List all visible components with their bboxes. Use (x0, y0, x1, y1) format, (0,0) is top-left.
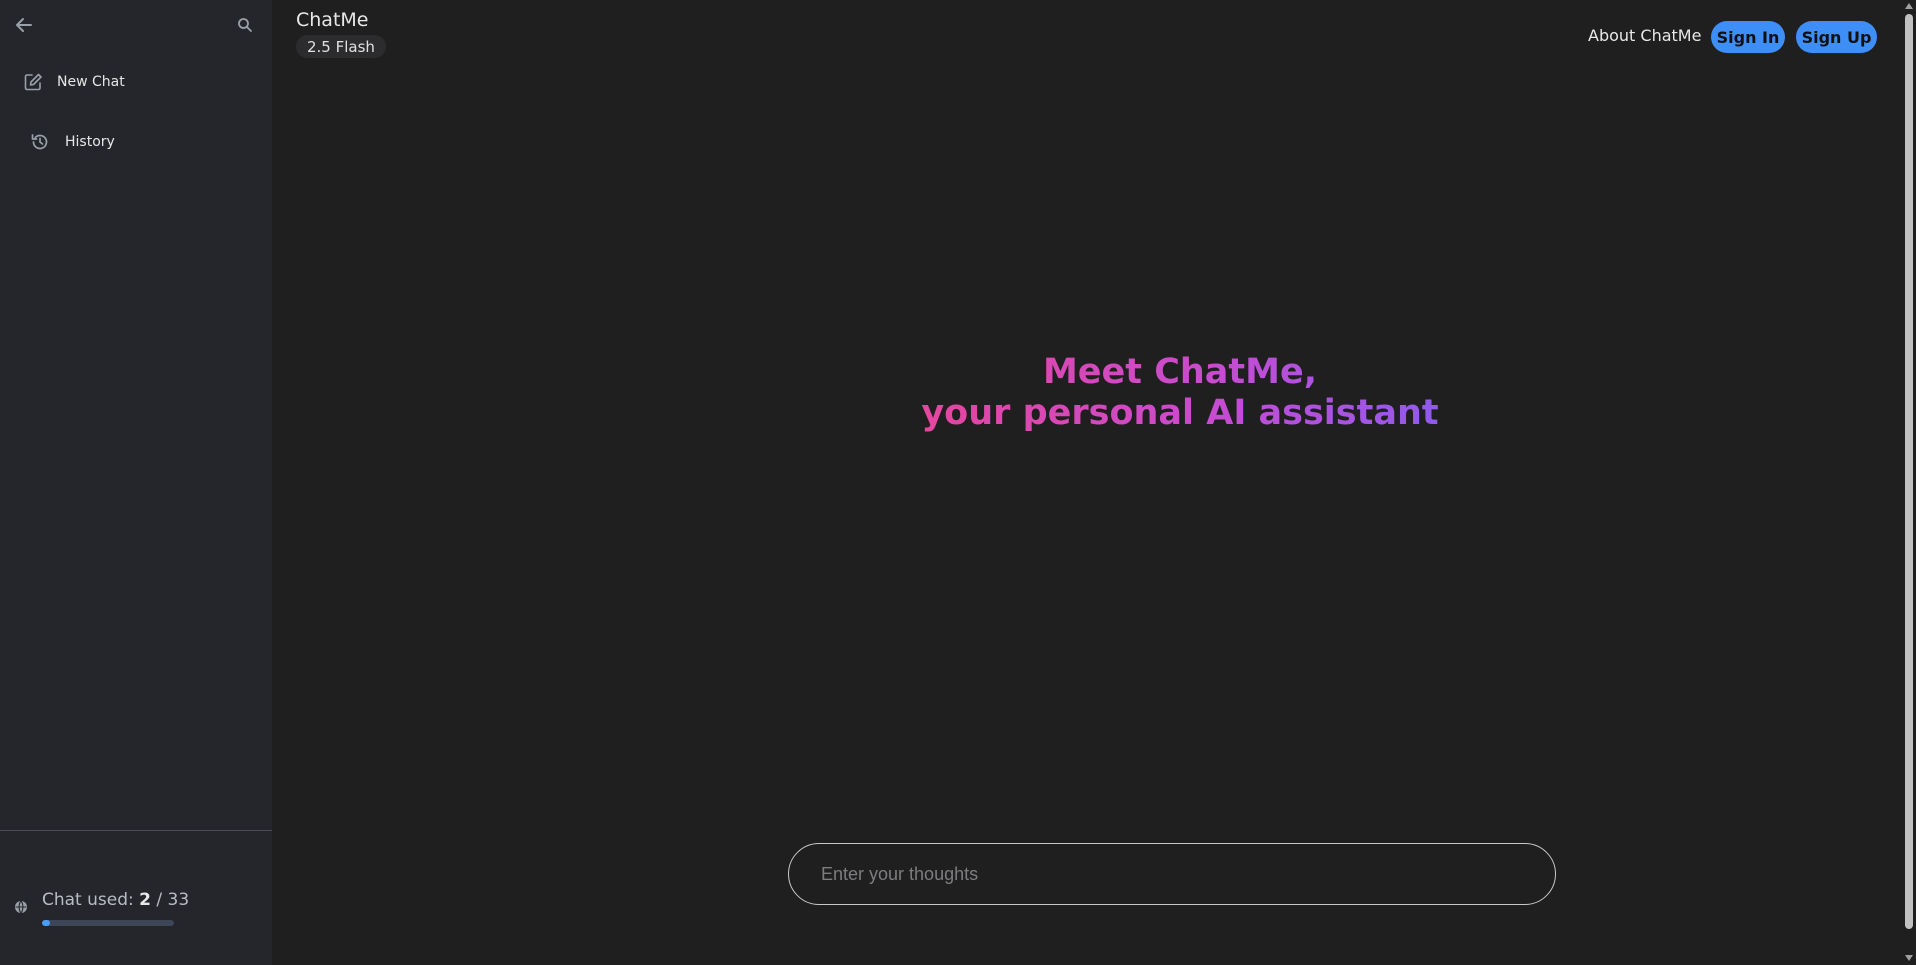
history-icon (29, 131, 51, 153)
app-title: ChatMe (296, 9, 369, 31)
sidebar-item-label: New Chat (57, 74, 125, 90)
scrollbar[interactable] (1902, 0, 1916, 965)
scroll-up-arrow-icon[interactable] (1905, 3, 1913, 9)
chat-usage-progress (42, 920, 174, 926)
about-link[interactable]: About ChatMe (1588, 26, 1701, 45)
welcome-line-2: your personal AI assistant (900, 393, 1460, 434)
prompt-box (788, 843, 1556, 905)
welcome-heading: Meet ChatMe, your personal AI assistant (900, 352, 1460, 434)
sidebar-item-new-chat[interactable]: New Chat (22, 70, 125, 94)
chat-usage-separator: / (151, 890, 168, 910)
arrow-left-icon[interactable] (10, 12, 38, 38)
model-selector[interactable]: 2.5 Flash (296, 35, 386, 58)
chat-usage-text: Chat used: 2 / 33 (42, 890, 189, 910)
sidebar-item-history[interactable]: History (29, 130, 115, 154)
sidebar-divider (0, 830, 272, 831)
chat-usage-progress-fill (42, 920, 50, 926)
chat-usage-used: 2 (139, 890, 151, 910)
chat-usage-label: Chat used: (42, 890, 140, 910)
globe-icon (14, 899, 28, 914)
search-icon[interactable] (232, 12, 258, 38)
edit-icon (22, 71, 44, 93)
chat-usage: Chat used: 2 / 33 (14, 890, 254, 930)
sign-up-button[interactable]: Sign Up (1796, 21, 1877, 53)
scroll-down-arrow-icon[interactable] (1905, 955, 1913, 961)
prompt-input[interactable] (821, 844, 1521, 904)
sign-in-button[interactable]: Sign In (1711, 21, 1785, 53)
welcome-line-1: Meet ChatMe, (900, 352, 1460, 393)
scrollbar-thumb[interactable] (1905, 14, 1913, 929)
chat-usage-total: 33 (167, 890, 190, 910)
sidebar-item-label: History (65, 134, 115, 150)
sidebar: New Chat History Chat used: 2 / 33 (0, 0, 272, 965)
sidebar-toolbar (0, 0, 272, 50)
